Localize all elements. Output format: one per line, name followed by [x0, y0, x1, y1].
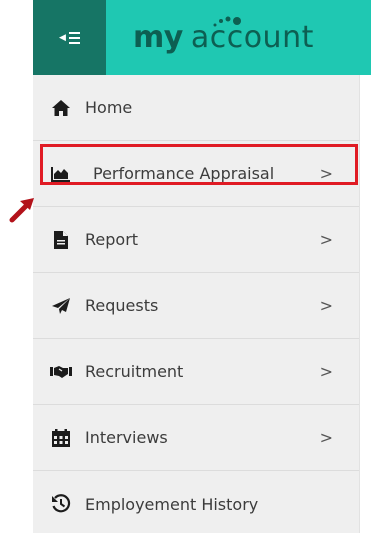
sidebar-item-label: Employement History [85, 494, 259, 514]
logo-my: my [133, 20, 183, 55]
sidebar-item-requests[interactable]: Requests > [33, 273, 359, 339]
sidebar-item-employement-history[interactable]: Employement History [33, 471, 359, 537]
chevron-left-icon: ◀ [59, 32, 66, 43]
history-icon [50, 493, 72, 515]
calendar-icon [50, 427, 72, 449]
file-icon [50, 229, 72, 251]
annotation-highlight-box [40, 144, 358, 185]
app-shell: ◀ my account Home Performance Appraisal … [33, 0, 371, 533]
logo-account: account [190, 16, 314, 55]
handshake-icon [50, 361, 72, 383]
paper-plane-icon [50, 295, 72, 317]
content-area [360, 75, 371, 533]
sidebar-item-label: Recruitment [85, 362, 184, 381]
sidebar-item-recruitment[interactable]: Recruitment > [33, 339, 359, 405]
chevron-right-icon: > [319, 428, 333, 447]
logo-dots-icon [213, 16, 241, 27]
hamburger-icon [68, 31, 80, 44]
sidebar-item-label: Requests [85, 296, 159, 315]
sidebar-item-home[interactable]: Home [33, 75, 359, 141]
sidebar-item-interviews[interactable]: Interviews > [33, 405, 359, 471]
sidebar-item-label: Report [85, 230, 139, 249]
chevron-right-icon: > [319, 296, 333, 315]
sidebar-item-label: Interviews [85, 428, 168, 447]
chevron-right-icon: > [319, 362, 333, 381]
logo: my account [133, 0, 314, 75]
logo-account-text: account [190, 20, 314, 55]
sidebar-item-report[interactable]: Report > [33, 207, 359, 273]
home-icon [50, 97, 72, 119]
chevron-right-icon: > [319, 230, 333, 249]
top-bar: ◀ my account [33, 0, 371, 75]
sidebar-toggle-button[interactable]: ◀ [33, 0, 106, 75]
annotation-arrow-icon [9, 198, 34, 223]
sidebar-item-label: Home [85, 98, 133, 117]
